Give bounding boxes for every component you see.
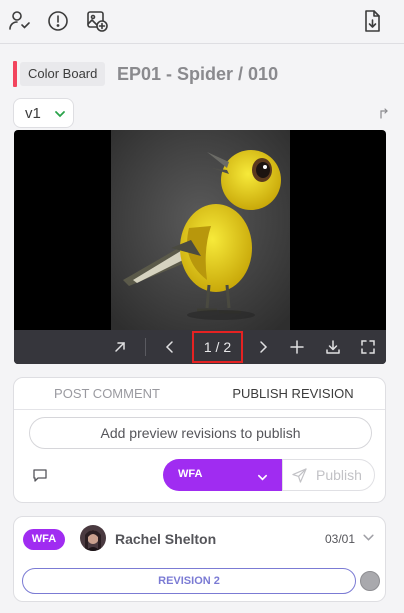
preview-image xyxy=(111,130,290,330)
send-icon xyxy=(292,468,307,483)
previous-page-icon[interactable] xyxy=(161,338,179,356)
shot-title: EP01 - Spider / 010 xyxy=(117,64,279,84)
revision-card[interactable]: WFA Rachel Shelton 03/01 REVISION 2 xyxy=(13,516,386,602)
download-icon[interactable] xyxy=(324,338,342,356)
tab-publish-revision[interactable]: PUBLISH REVISION xyxy=(200,378,386,410)
version-select[interactable]: v1 xyxy=(13,98,74,128)
tab-post-comment[interactable]: POST COMMENT xyxy=(14,378,200,410)
status-badge: WFA xyxy=(23,529,65,550)
task-type-label: Color Board xyxy=(20,62,106,86)
revision-author: Rachel Shelton xyxy=(115,531,217,547)
chevron-down-icon[interactable] xyxy=(362,531,375,544)
preview-viewer: 1 / 2 xyxy=(14,130,386,364)
fullscreen-icon[interactable] xyxy=(359,338,377,356)
controls-divider xyxy=(145,338,146,356)
chevron-down-icon xyxy=(257,470,268,481)
chevron-down-icon xyxy=(54,107,66,119)
tabs-divider xyxy=(14,409,385,410)
task-title-row: Color Board EP01 - Spider / 010 xyxy=(0,56,404,92)
alert-circle-icon[interactable] xyxy=(46,9,70,33)
next-page-icon[interactable] xyxy=(254,338,272,356)
add-preview-button[interactable]: Add preview revisions to publish xyxy=(29,417,372,449)
revision-label[interactable]: REVISION 2 xyxy=(22,568,356,594)
publish-panel: POST COMMENT PUBLISH REVISION Add previe… xyxy=(13,377,386,503)
open-external-icon[interactable] xyxy=(111,338,129,356)
avatar xyxy=(80,525,106,551)
add-image-icon[interactable] xyxy=(85,9,109,33)
task-type-color-bar xyxy=(13,61,17,87)
add-preview-icon[interactable] xyxy=(288,338,306,356)
revision-date: 03/01 xyxy=(325,532,356,546)
status-select[interactable]: WFA xyxy=(163,459,282,491)
file-download-icon[interactable] xyxy=(360,9,384,33)
revision-status-dot xyxy=(360,571,380,591)
publish-label: Publish xyxy=(316,467,362,483)
top-toolbar xyxy=(0,0,404,44)
assign-user-icon[interactable] xyxy=(7,9,31,33)
comment-icon[interactable] xyxy=(32,467,48,483)
expand-preview-icon[interactable] xyxy=(378,107,390,119)
viewer-controls: 1 / 2 xyxy=(14,330,386,364)
publish-button[interactable]: Publish xyxy=(282,459,375,491)
version-value: v1 xyxy=(25,105,41,122)
status-value: WFA xyxy=(178,468,203,480)
page-indicator: 1 / 2 xyxy=(192,331,243,363)
